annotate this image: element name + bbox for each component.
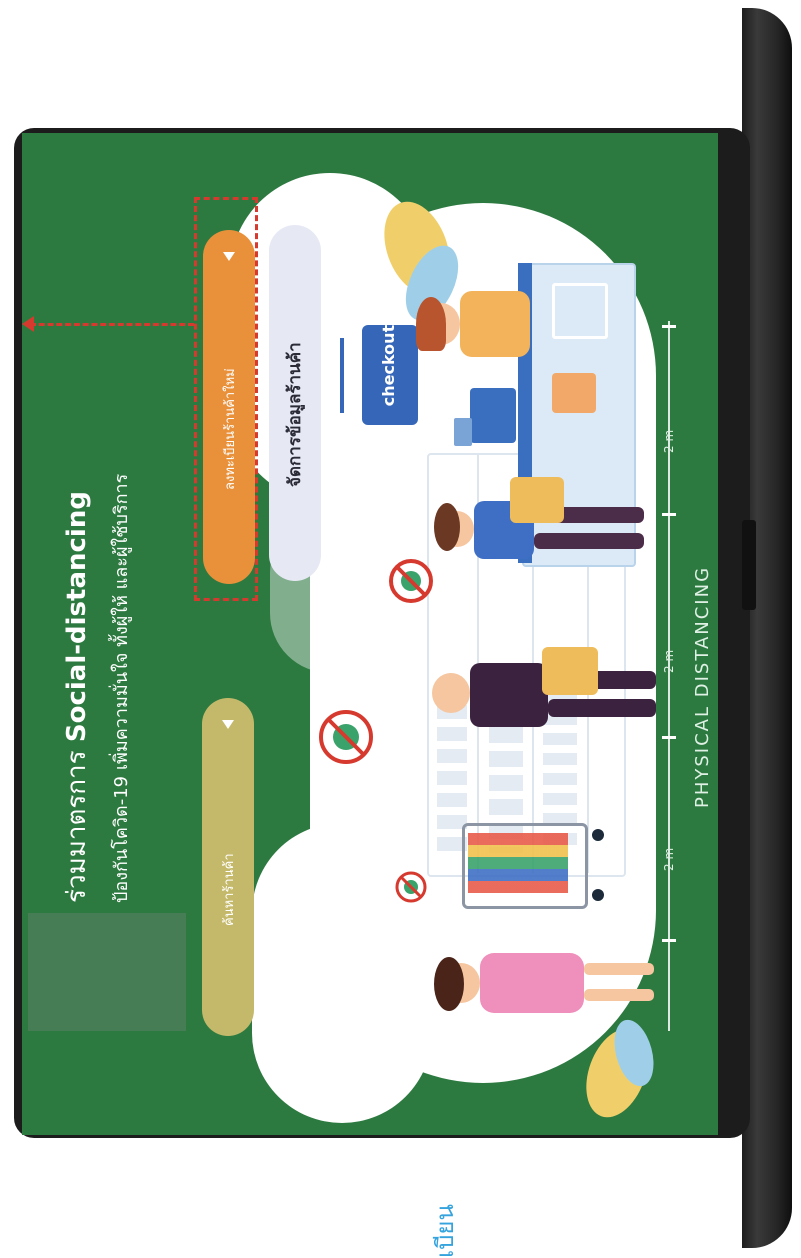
cash-register bbox=[470, 388, 516, 443]
distance-label: 2 m bbox=[662, 429, 676, 453]
content-placeholder bbox=[28, 913, 186, 1031]
headline-prefix: ร่วมมาตรการ bbox=[62, 742, 92, 903]
distance-tick bbox=[662, 939, 676, 942]
checkout-sign-post bbox=[340, 338, 344, 413]
laptop-screen: checkout 2 m 2 m 2 m PHYSICAL DISTANCING… bbox=[22, 133, 718, 1135]
play-arrow-icon bbox=[222, 720, 234, 729]
laptop-hinge bbox=[742, 520, 756, 610]
shopping-basket-icon bbox=[542, 647, 598, 695]
distance-tick bbox=[662, 736, 676, 739]
cash-register-screen bbox=[454, 418, 472, 446]
store-background-lobe bbox=[252, 823, 432, 1123]
shopping-basket-icon bbox=[510, 477, 564, 523]
shopping-bag bbox=[552, 373, 596, 413]
manage-shop-button[interactable]: จัดการข้อมูลร้านค้า bbox=[269, 225, 321, 581]
headline-bold: Social-distancing bbox=[62, 491, 92, 743]
arrow-connector bbox=[30, 323, 194, 326]
caption-text: เบียน bbox=[431, 1204, 459, 1258]
checkout-sign-text: checkout bbox=[379, 324, 398, 407]
arrow-up-icon bbox=[22, 316, 34, 332]
physical-distancing-label: PHYSICAL DISTANCING bbox=[692, 565, 713, 808]
page-subheadline: ป้องกันโควิด-19 เพิ่มความมั่นใจ ทั้งผู้ใ… bbox=[111, 473, 132, 903]
virus-prohibited-icon bbox=[319, 710, 373, 764]
distance-tick bbox=[662, 325, 676, 328]
distance-tick bbox=[662, 513, 676, 516]
find-shop-label: ค้นหาร้านค้า bbox=[222, 853, 237, 926]
find-shop-button[interactable]: ค้นหาร้านค้า bbox=[202, 698, 254, 1036]
distance-line bbox=[668, 321, 670, 1031]
page-headline: ร่วมมาตรการ Social-distancing bbox=[56, 491, 97, 903]
virus-prohibited-icon bbox=[395, 871, 427, 903]
leaf-decoration bbox=[586, 1019, 654, 1118]
distance-label: 2 m bbox=[662, 649, 676, 673]
virus-prohibited-icon bbox=[389, 559, 433, 603]
register-highlight-box bbox=[194, 197, 258, 601]
distance-label: 2 m bbox=[662, 847, 676, 871]
display-window bbox=[552, 283, 608, 339]
manage-shop-label: จัดการข้อมูลร้านค้า bbox=[285, 342, 305, 487]
